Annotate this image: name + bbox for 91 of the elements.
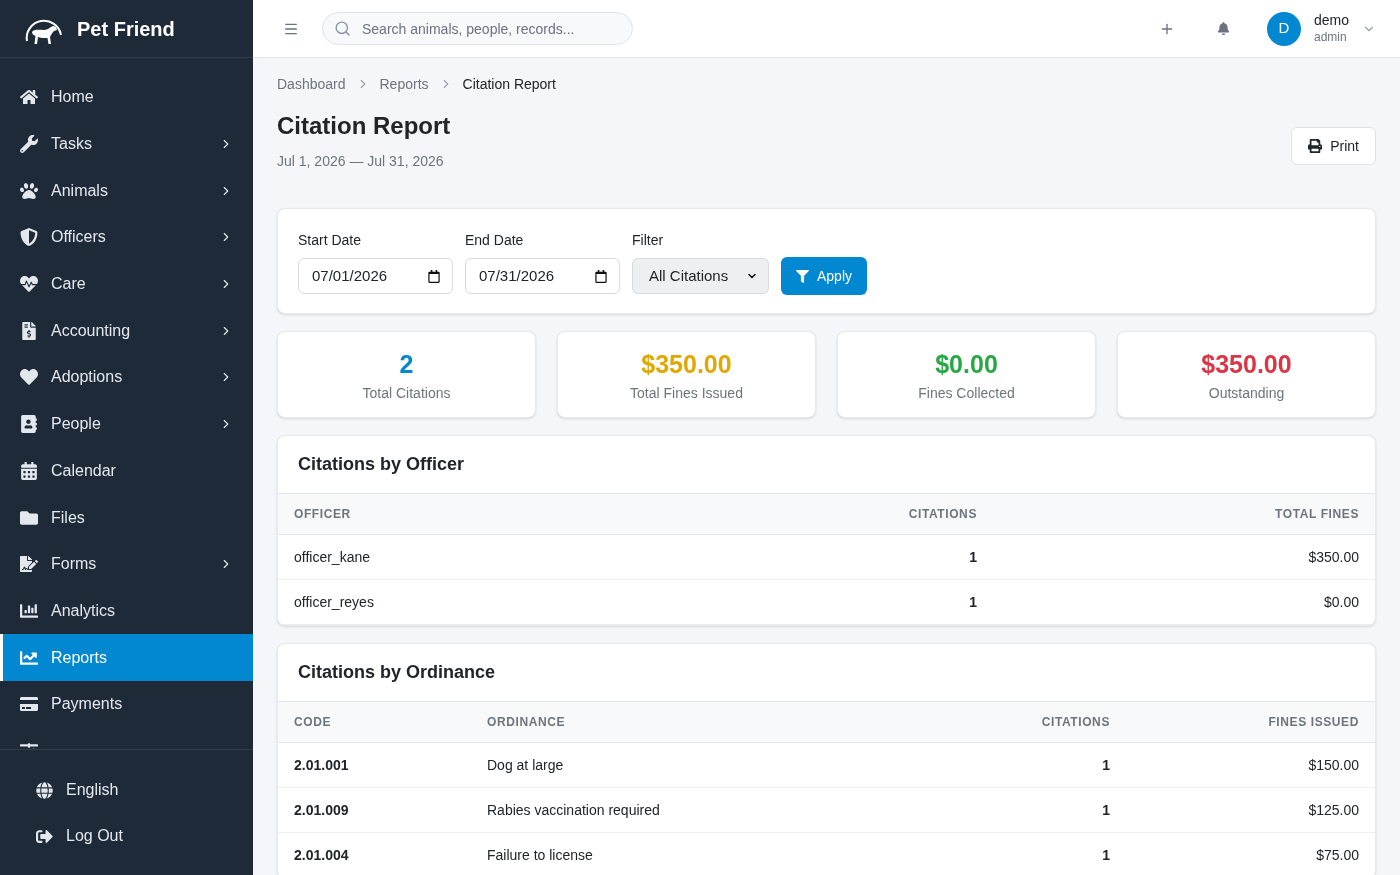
sidebar-item[interactable]: Care — [0, 260, 253, 308]
search-icon — [334, 20, 351, 37]
column-header: CODE — [293, 714, 333, 731]
breadcrumb-current: Citation Report — [462, 74, 556, 94]
filter-icon — [796, 269, 809, 283]
sidebar-item[interactable]: Adoptions — [0, 354, 253, 401]
signed-document-icon — [20, 555, 38, 574]
table-cell-text: 1 — [968, 592, 978, 612]
column-header: TOTAL FINES — [1274, 506, 1360, 523]
stat-value: $350.00 — [1201, 349, 1292, 380]
stat-label: Total Fines Issued — [630, 384, 743, 403]
sidebar-item[interactable]: People — [0, 400, 253, 448]
table-cell-text: $75.00 — [1315, 845, 1360, 865]
table-cell-text: $150.00 — [1307, 755, 1360, 775]
breadcrumb-link[interactable]: Reports — [379, 73, 429, 95]
column-header: FINES ISSUED — [1267, 714, 1360, 731]
brand-name: Pet Friend — [77, 16, 175, 42]
heart-icon — [20, 368, 38, 387]
user-role: admin — [1313, 29, 1348, 45]
table-cell-text: Failure to license — [486, 845, 594, 865]
sidebar-item[interactable]: Calendar — [0, 447, 253, 495]
home-icon — [20, 88, 38, 107]
sidebar-item[interactable]: Analytics — [0, 587, 253, 635]
wrench-icon — [20, 135, 38, 154]
table-cell-text: 2.01.009 — [293, 800, 350, 820]
contact-card-icon — [20, 415, 38, 434]
invoice-icon — [20, 321, 38, 340]
field-label: Start Date — [298, 231, 362, 250]
stat-value: $350.00 — [641, 349, 732, 380]
table-cell-text: Dog at large — [486, 755, 565, 775]
print-button[interactable]: Print — [1291, 127, 1376, 165]
sidebar-footer-item[interactable]: English — [0, 767, 253, 813]
table-cell-text: 2.01.001 — [293, 755, 350, 775]
column-header: CITATIONS — [1040, 714, 1111, 731]
paw-icon — [20, 181, 38, 200]
table-cell-text: officer_kane — [293, 547, 371, 567]
sidebar-item[interactable]: Tasks — [0, 120, 253, 168]
column-header: CITATIONS — [907, 506, 978, 523]
date-field[interactable]: 07/01/2026 — [298, 258, 453, 294]
column-header: OFFICER — [293, 506, 352, 523]
printer-icon — [1308, 139, 1323, 153]
notification-bell-icon[interactable] — [1216, 22, 1230, 35]
sidebar-item[interactable]: Files — [0, 494, 253, 541]
column-header: ORDINANCE — [486, 714, 567, 731]
stat-label: Outstanding — [1208, 384, 1285, 403]
user-name: demo — [1313, 12, 1349, 30]
sidebar-item[interactable]: Animals — [0, 167, 253, 215]
sidebar-item[interactable]: Officers — [0, 214, 253, 261]
stat-value: 2 — [399, 349, 414, 380]
sidebar-item[interactable]: Home — [0, 74, 253, 121]
table-cell-text: $125.00 — [1307, 800, 1360, 820]
table-cell-text: 1 — [1101, 755, 1111, 775]
table-cell-text: 2.01.004 — [293, 845, 350, 865]
folder-icon — [20, 508, 38, 527]
table-cell-text: Rabies vaccination required — [486, 800, 661, 820]
table-cell-text: $350.00 — [1307, 547, 1360, 567]
filter-select[interactable]: All Citations — [632, 258, 769, 294]
globe-icon — [36, 781, 53, 799]
table-cell-text: 1 — [1101, 800, 1111, 820]
logout-icon — [36, 827, 53, 845]
sidebar-item[interactable]: Payments — [0, 680, 253, 728]
stat-label: Fines Collected — [918, 384, 1015, 403]
table-cell-text: $0.00 — [1322, 592, 1360, 612]
table-cell-text: officer_reyes — [293, 592, 375, 612]
user-avatar[interactable]: D — [1266, 11, 1301, 46]
field-label: End Date — [465, 231, 524, 250]
date-range-text: Jul 1, 2026 — Jul 31, 2026 — [277, 152, 444, 171]
stat-label: Total Citations — [362, 384, 451, 403]
line-chart-icon — [20, 648, 38, 667]
date-field[interactable]: 07/31/2026 — [465, 258, 620, 294]
sidebar-footer-item[interactable]: Log Out — [0, 813, 253, 859]
heartbeat-icon — [20, 275, 38, 294]
field-label: Filter — [632, 231, 664, 250]
shield-icon — [20, 228, 38, 247]
apply-button[interactable]: Apply — [781, 257, 868, 295]
table-cell-text: 1 — [1101, 845, 1111, 865]
search-field[interactable]: Search animals, people, records... — [322, 12, 633, 45]
stat-value: $0.00 — [935, 349, 998, 380]
card-title: Citations by Ordinance — [298, 661, 496, 684]
calendar-icon — [428, 269, 440, 283]
calendar-icon — [595, 269, 607, 283]
sidebar-item[interactable]: Forms — [0, 540, 253, 588]
table-cell-text: 1 — [968, 547, 978, 567]
page-title: Citation Report — [277, 111, 451, 141]
card-title: Citations by Officer — [298, 453, 465, 476]
calendar-icon — [20, 461, 38, 480]
breadcrumb-link[interactable]: Dashboard — [277, 73, 346, 95]
sidebar-item[interactable]: Accounting — [0, 307, 253, 355]
bar-chart-icon — [20, 601, 38, 620]
credit-card-icon — [20, 695, 38, 714]
sidebar-item[interactable]: Reports — [0, 634, 253, 681]
